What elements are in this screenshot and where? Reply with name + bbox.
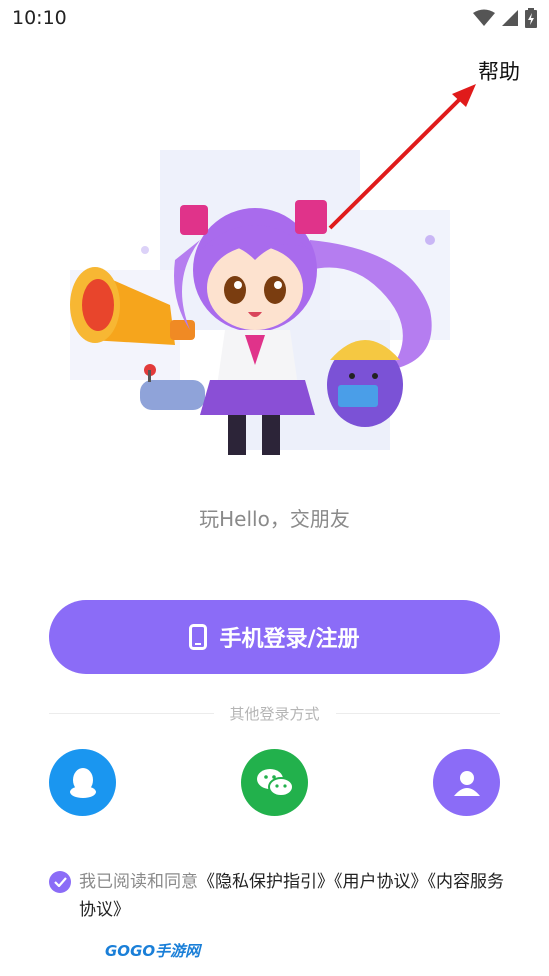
agreement-text: 我已阅读和同意《隐私保护指引》《用户协议》《内容服务协议》 (79, 868, 509, 924)
qq-penguin-icon (69, 767, 96, 798)
privacy-policy-link[interactable]: 《隐私保护指引》 (198, 872, 334, 892)
agreement-checkbox[interactable] (49, 871, 71, 893)
qq-login-button[interactable] (49, 749, 116, 816)
watermark-logo: GOGO手游网 (105, 942, 201, 960)
tagline: 玩Hello，交朋友 (199, 507, 350, 531)
checkmark-icon (53, 877, 67, 887)
other-login-divider: 其他登录方式 (49, 702, 501, 724)
wechat-icon (256, 768, 294, 797)
agreement-prefix: 我已阅读和同意 (79, 872, 198, 892)
other-login-label: 其他登录方式 (229, 704, 320, 723)
phone-login-label: 手机登录/注册 (219, 627, 360, 652)
divider-line-left (49, 712, 214, 714)
account-login-button[interactable] (433, 749, 500, 816)
user-agreement-link[interactable]: 《用户协议》 (334, 872, 428, 892)
agreement-row: 我已阅读和同意《隐私保护指引》《用户协议》《内容服务协议》 (49, 868, 509, 924)
phone-login-button[interactable]: 手机登录/注册 (49, 600, 500, 674)
divider-line-right (335, 712, 501, 714)
annotation-arrow (328, 84, 476, 230)
phone-icon (189, 624, 208, 650)
user-icon (453, 770, 480, 796)
watermark: GOGO手游网 (105, 940, 200, 961)
wechat-login-button[interactable] (241, 749, 308, 816)
